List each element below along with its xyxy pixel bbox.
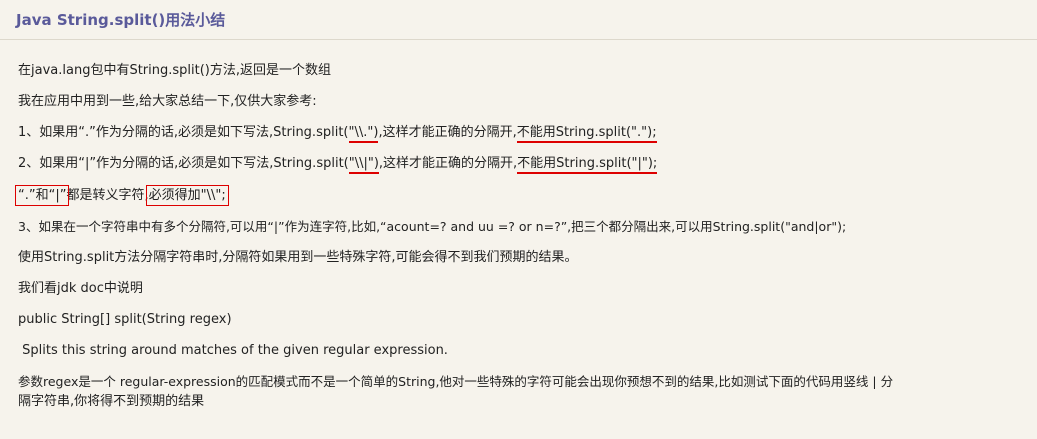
paragraph-dot-rule: 1、如果用“.”作为分隔的话,必须是如下写法,String.split("\\.… <box>18 124 657 143</box>
escape-note-text: 都是转义字符, <box>66 188 149 203</box>
pipe-wrong-usage-highlight: 不能用String.split("|"); <box>517 156 658 174</box>
dot-regex-highlight: "\\.") <box>348 125 379 143</box>
dot-rule-middle: ,这样才能正确的分隔开, <box>378 125 517 140</box>
paragraph-intro: 在java.lang包中有String.split()方法,返回是一个数组 <box>18 63 331 78</box>
title-divider <box>0 39 1037 40</box>
method-description: Splits this string around matches of the… <box>18 343 448 358</box>
method-signature: public String[] split(String regex) <box>18 312 232 327</box>
must-add-box: 必须得加"\\"; <box>145 185 229 206</box>
paragraph-multi-delimiter: 3、如果在一个字符串中有多个分隔符,可以用“|”作为连字符,比如,“acount… <box>18 219 847 234</box>
pipe-rule-middle: ,这样才能正确的分隔开, <box>378 156 518 171</box>
article-title: Java String.split()用法小结 <box>16 11 226 29</box>
escape-chars-box: “.”和“|” <box>14 185 70 206</box>
paragraph-jdk-doc: 我们看jdk doc中说明 <box>18 281 143 296</box>
pipe-regex-highlight: "\\|") <box>348 156 379 174</box>
paragraph-summary: 我在应用中用到一些,给大家总结一下,仅供大家参考: <box>18 94 317 109</box>
paragraph-special-chars: 使用String.split方法分隔字符串时,分隔符如果用到一些特殊字符,可能会… <box>18 250 578 265</box>
dot-rule-text: 1、如果用“.”作为分隔的话,必须是如下写法,String.split( <box>18 125 349 140</box>
paragraph-escape-note: “.”和“|”都是转义字符,必须得加"\\"; <box>14 185 229 206</box>
paragraph-pipe-rule: 2、如果用“|”作为分隔的话,必须是如下写法,String.split("\\|… <box>18 155 658 174</box>
paragraph-regex-note-line2: 隔字符串,你将得不到预期的结果 <box>18 394 205 409</box>
pipe-rule-text: 2、如果用“|”作为分隔的话,必须是如下写法,String.split( <box>18 156 349 171</box>
dot-wrong-usage-highlight: 不能用String.split("."); <box>516 125 657 143</box>
paragraph-regex-note-line1: 参数regex是一个 regular-expression的匹配模式而不是一个简… <box>18 374 894 389</box>
